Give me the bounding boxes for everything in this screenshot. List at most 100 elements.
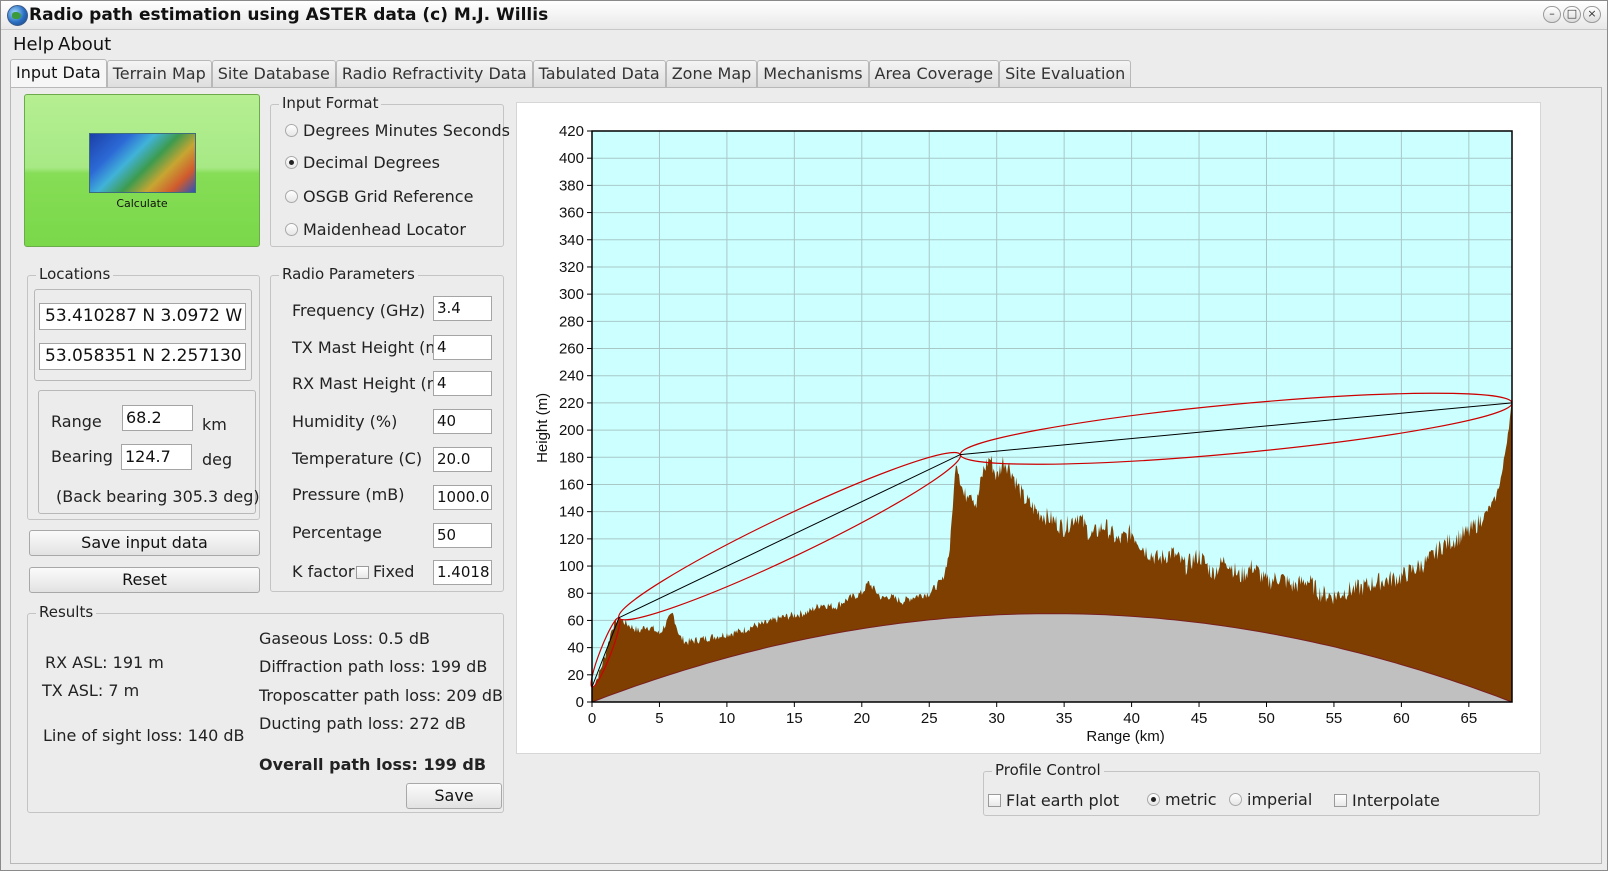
site-a-coordinates-field[interactable]: 53.410287 N 3.0972 W: [39, 303, 246, 330]
rx-mast-height-field[interactable]: 4: [433, 371, 492, 396]
flat-earth-checkbox[interactable]: [988, 794, 1001, 807]
troposcatter-loss-text: Troposcatter path loss: 209 dB: [259, 686, 503, 705]
path-profile-chart: 0 5 10 15 20 25 30 35 40 45 50 55 60 65 0 20 40 60 80 100 12…: [534, 123, 1513, 745]
y-tick-label: 360: [559, 205, 584, 222]
kfactor-field[interactable]: 1.4018: [433, 560, 492, 585]
bearing-field[interactable]: 124.7: [121, 444, 192, 470]
y-tick-label: 200: [559, 422, 584, 439]
interpolate-checkbox[interactable]: [1334, 794, 1347, 807]
map-thumbnail-icon: [89, 133, 196, 193]
path-profile-plot: 0 5 10 15 20 25 30 35 40 45 50 55 60 65 0 20 40 60 80 100 12…: [516, 102, 1541, 754]
x-tick-label: 65: [1460, 710, 1477, 727]
radio-parameters-title: Radio Parameters: [279, 265, 418, 283]
tx-mast-height-field[interactable]: 4: [433, 335, 492, 360]
menu-about[interactable]: About: [58, 34, 111, 55]
tab-terrain-map[interactable]: Terrain Map: [106, 60, 212, 87]
tab-mechanisms[interactable]: Mechanisms: [757, 60, 869, 87]
kfactor-label: K factor: [292, 562, 355, 581]
tab-tabulated-data[interactable]: Tabulated Data: [532, 60, 666, 87]
overall-path-loss-text: Overall path loss: 199 dB: [259, 755, 487, 774]
range-unit: km: [202, 415, 227, 434]
metric-radio[interactable]: [1147, 793, 1160, 806]
y-tick-label: 100: [559, 558, 584, 575]
diffraction-loss-text: Diffraction path loss: 199 dB: [259, 657, 488, 676]
tab-site-evaluation[interactable]: Site Evaluation: [999, 60, 1132, 87]
tab-site-database[interactable]: Site Database: [211, 60, 336, 87]
temperature-field[interactable]: 20.0: [433, 447, 492, 472]
tab-input-data[interactable]: Input Data: [10, 59, 107, 87]
x-tick-label: 60: [1393, 710, 1410, 727]
y-tick-label: 180: [559, 449, 584, 466]
calculate-button[interactable]: Calculate: [24, 94, 260, 247]
ducting-loss-text: Ducting path loss: 272 dB: [259, 714, 466, 733]
radio-osgb[interactable]: [285, 190, 298, 203]
x-axis-label: Range (km): [1086, 728, 1164, 745]
title-bar[interactable]: Radio path estimation using ASTER data (…: [1, 1, 1607, 30]
radio-maidenhead-label: Maidenhead Locator: [303, 220, 466, 239]
rx-asl-text: RX ASL: 191 m: [45, 653, 164, 672]
y-tick-label: 280: [559, 313, 584, 330]
gaseous-loss-text: Gaseous Loss: 0.5 dB: [259, 629, 430, 648]
x-tick-label: 5: [655, 710, 663, 727]
frequency-field[interactable]: 3.4: [433, 296, 492, 321]
y-tick-label: 400: [559, 150, 584, 167]
flat-earth-label: Flat earth plot: [1006, 791, 1120, 810]
bearing-label: Bearing: [51, 447, 113, 466]
menu-help[interactable]: Help: [13, 34, 54, 55]
tab-bar: Input Data Terrain Map Site Database Rad…: [10, 59, 1132, 87]
kfactor-fixed-checkbox[interactable]: [356, 566, 369, 579]
interpolate-label: Interpolate: [1352, 791, 1440, 810]
tx-asl-text: TX ASL: 7 m: [42, 681, 140, 700]
y-tick-label: 40: [567, 640, 584, 657]
locations-title: Locations: [36, 265, 114, 283]
close-button[interactable]: ×: [1583, 6, 1601, 23]
y-tick-label: 120: [559, 531, 584, 548]
x-tick-label: 35: [1056, 710, 1073, 727]
humidity-label: Humidity (%): [292, 412, 398, 431]
x-tick-label: 25: [921, 710, 938, 727]
save-button[interactable]: Save: [406, 783, 502, 809]
tab-zone-map[interactable]: Zone Map: [665, 60, 758, 87]
radio-osgb-label: OSGB Grid Reference: [303, 187, 474, 206]
y-tick-label: 320: [559, 259, 584, 276]
percentage-field[interactable]: 50: [433, 523, 492, 548]
y-tick-label: 80: [567, 585, 584, 602]
pressure-field[interactable]: 1000.0: [433, 485, 492, 510]
maximize-button[interactable]: □: [1563, 6, 1581, 23]
y-tick-label: 160: [559, 476, 584, 493]
profile-control-title: Profile Control: [992, 761, 1104, 779]
metric-label: metric: [1165, 790, 1217, 809]
line-of-sight-loss-text: Line of sight loss: 140 dB: [43, 726, 245, 745]
radio-maidenhead[interactable]: [285, 223, 298, 236]
radio-decimal-degrees[interactable]: [285, 156, 298, 169]
temperature-label: Temperature (C): [292, 449, 423, 468]
y-tick-label: 140: [559, 504, 584, 521]
tab-area-coverage[interactable]: Area Coverage: [868, 60, 1000, 87]
app-window: Radio path estimation using ASTER data (…: [0, 0, 1608, 871]
y-tick-label: 340: [559, 232, 584, 249]
radio-dms[interactable]: [285, 124, 298, 137]
save-input-data-button[interactable]: Save input data: [29, 530, 260, 556]
y-tick-label: 240: [559, 368, 584, 385]
back-bearing-text: (Back bearing 305.3 deg): [56, 487, 260, 506]
site-b-coordinates-field[interactable]: 53.058351 N 2.257130 W: [39, 343, 246, 370]
x-tick-label: 40: [1123, 710, 1140, 727]
x-tick-label: 0: [588, 710, 596, 727]
reset-button[interactable]: Reset: [29, 567, 260, 593]
y-tick-label: 20: [567, 667, 584, 684]
imperial-radio[interactable]: [1229, 793, 1242, 806]
pressure-label: Pressure (mB): [292, 485, 405, 504]
menu-bar: Help About: [1, 31, 1607, 57]
calculate-label: Calculate: [116, 197, 168, 210]
minimize-button[interactable]: –: [1543, 6, 1561, 23]
bearing-unit: deg: [202, 450, 233, 469]
y-axis-label: Height (m): [534, 393, 551, 463]
x-tick-label: 50: [1258, 710, 1275, 727]
x-tick-label: 45: [1191, 710, 1208, 727]
humidity-field[interactable]: 40: [433, 409, 492, 434]
x-tick-label: 15: [786, 710, 803, 727]
range-field[interactable]: 68.2: [122, 405, 193, 431]
y-tick-label: 220: [559, 395, 584, 412]
y-tick-label: 260: [559, 341, 584, 358]
tab-radio-refractivity-data[interactable]: Radio Refractivity Data: [335, 60, 533, 87]
